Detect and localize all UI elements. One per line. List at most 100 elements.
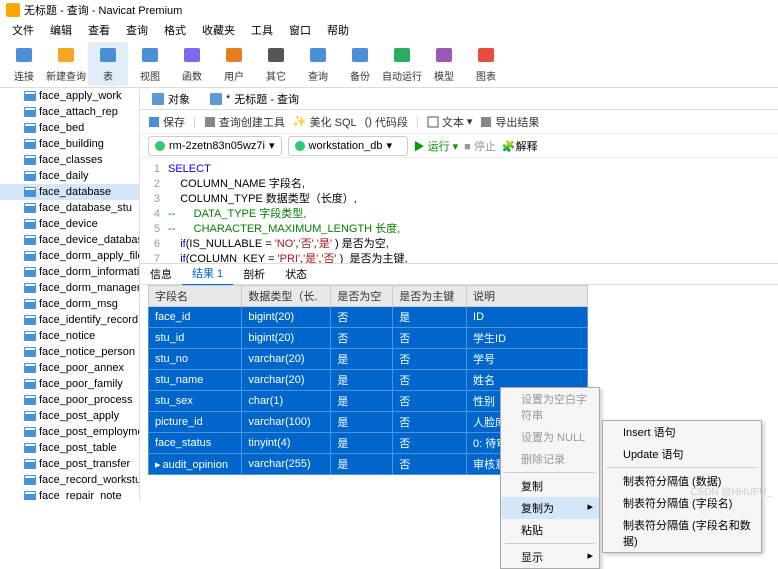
tree-item[interactable]: face_building <box>0 136 139 152</box>
tree-item[interactable]: face_notice_person <box>0 344 139 360</box>
table-icon <box>24 347 36 357</box>
tree-item[interactable]: face_bed <box>0 120 139 136</box>
tree-item[interactable]: face_dorm_apply_file <box>0 248 139 264</box>
col-header[interactable]: 字段名 <box>149 286 242 307</box>
code-segment-button[interactable]: ()代码段 <box>365 114 408 130</box>
tab-objects[interactable]: 对象 <box>146 89 196 109</box>
table-icon <box>24 219 36 229</box>
menu-工具[interactable]: 工具 <box>245 20 279 40</box>
database-select[interactable]: workstation_db▾ <box>288 136 408 156</box>
toolbar-icon <box>181 44 203 66</box>
tree-item[interactable]: face_post_apply <box>0 408 139 424</box>
menu-窗口[interactable]: 窗口 <box>283 20 317 40</box>
table-icon <box>24 491 36 500</box>
tree-item[interactable]: face_apply_work <box>0 88 139 104</box>
query-builder-button[interactable]: 查询创建工具 <box>204 114 285 130</box>
tree-item[interactable]: face_poor_family <box>0 376 139 392</box>
export-button[interactable]: 导出结果 <box>480 114 539 130</box>
menu-item: 删除记录 <box>501 448 599 470</box>
tree-item[interactable]: face_dorm_manager <box>0 280 139 296</box>
object-tree[interactable]: face_apply_workface_attach_repface_bedfa… <box>0 88 140 500</box>
tab-profile[interactable]: 剖析 <box>233 263 275 285</box>
toolbar-视图[interactable]: 视图 <box>130 42 170 86</box>
table-icon <box>24 379 36 389</box>
tree-item[interactable]: face_poor_process <box>0 392 139 408</box>
tree-item[interactable]: face_identify_record <box>0 312 139 328</box>
toolbar-图表[interactable]: 图表 <box>466 42 506 86</box>
menu-文件[interactable]: 文件 <box>6 20 40 40</box>
text-icon <box>427 116 439 128</box>
explain-button[interactable]: 🧩解释 <box>502 138 538 154</box>
menu-item[interactable]: 显示 <box>501 546 599 568</box>
col-header[interactable]: 说明 <box>467 286 588 307</box>
toolbar-函数[interactable]: 函数 <box>172 42 212 86</box>
text-button[interactable]: 文本▾ <box>427 114 473 130</box>
menu-编辑[interactable]: 编辑 <box>44 20 78 40</box>
toolbar-新建查询[interactable]: 新建查询 <box>46 42 86 86</box>
tree-item[interactable]: face_dorm_msg <box>0 296 139 312</box>
table-row[interactable]: stu_idbigint(20)否否学生ID <box>149 328 588 349</box>
table-row[interactable]: face_idbigint(20)否是ID <box>149 307 588 328</box>
toolbar-其它[interactable]: 其它 <box>256 42 296 86</box>
tree-item[interactable]: face_repair_note <box>0 488 139 500</box>
tree-item[interactable]: face_attach_rep <box>0 104 139 120</box>
builder-icon <box>204 116 216 128</box>
menu-item[interactable]: 制表符分隔值 (字段名和数据) <box>603 514 761 552</box>
server-select[interactable]: rm-2zetn83n05wz7i▾ <box>148 136 282 156</box>
menu-item[interactable]: 复制为 <box>501 497 599 519</box>
col-header[interactable]: 是否为空 <box>331 286 393 307</box>
sql-editor[interactable]: 1SELECT2 COLUMN_NAME 字段名,3 COLUMN_TYPE 数… <box>140 158 778 263</box>
context-menu-main[interactable]: 设置为空白字符串设置为 NULL删除记录复制复制为粘贴显示 <box>500 387 600 569</box>
table-row[interactable]: stu_novarchar(20)是否学号 <box>149 349 588 370</box>
toolbar-模型[interactable]: 模型 <box>424 42 464 86</box>
menu-item[interactable]: 粘贴 <box>501 519 599 541</box>
save-button[interactable]: 保存 <box>148 114 185 130</box>
tree-item[interactable]: face_post_transfer <box>0 456 139 472</box>
toolbar-表[interactable]: 表 <box>88 42 128 86</box>
stop-button[interactable]: ■ 停止 <box>464 138 496 154</box>
tree-item[interactable]: face_database_stu <box>0 200 139 216</box>
tree-item[interactable]: face_poor_annex <box>0 360 139 376</box>
db-icon <box>295 141 305 151</box>
tree-item[interactable]: face_daily <box>0 168 139 184</box>
tree-item[interactable]: face_classes <box>0 152 139 168</box>
toolbar-备份[interactable]: 备份 <box>340 42 380 86</box>
table-icon <box>24 251 36 261</box>
col-header[interactable]: 数据类型（长. <box>242 286 331 307</box>
beautify-sql-button[interactable]: ✨美化 SQL <box>293 114 357 130</box>
toolbar-查询[interactable]: 查询 <box>298 42 338 86</box>
tab-status[interactable]: 状态 <box>275 263 317 285</box>
toolbar-icon <box>475 44 497 66</box>
menu-收藏夹[interactable]: 收藏夹 <box>196 20 241 40</box>
tree-item[interactable]: face_device <box>0 216 139 232</box>
menu-查看[interactable]: 查看 <box>82 20 116 40</box>
tree-item[interactable]: face_post_table <box>0 440 139 456</box>
menu-查询[interactable]: 查询 <box>120 20 154 40</box>
menu-item[interactable]: Insert 语句 <box>603 421 761 443</box>
wand-icon: ✨ <box>293 115 307 128</box>
menu-item[interactable]: Update 语句 <box>603 443 761 465</box>
col-header[interactable]: 是否为主键 <box>393 286 467 307</box>
menu-item: 设置为 NULL <box>501 426 599 448</box>
toolbar-自动运行[interactable]: 自动运行 <box>382 42 422 86</box>
tree-item[interactable]: face_record_workstudy <box>0 472 139 488</box>
save-icon <box>148 116 160 128</box>
tree-item[interactable]: face_dorm_informatior <box>0 264 139 280</box>
menu-格式[interactable]: 格式 <box>158 20 192 40</box>
app-icon <box>6 3 20 17</box>
tab-info[interactable]: 信息 <box>140 263 182 285</box>
menu-item[interactable]: 复制 <box>501 475 599 497</box>
run-button[interactable]: ▶ 运行 ▾ <box>414 138 459 154</box>
menu-帮助[interactable]: 帮助 <box>321 20 355 40</box>
tree-item[interactable]: face_notice <box>0 328 139 344</box>
toolbar-icon <box>223 44 245 66</box>
tree-item[interactable]: face_device_database <box>0 232 139 248</box>
tree-item[interactable]: face_database <box>0 184 139 200</box>
toolbar-icon <box>391 44 413 66</box>
table-icon <box>24 139 36 149</box>
toolbar-连接[interactable]: 连接 <box>4 42 44 86</box>
tab-result1[interactable]: 结果 1 <box>182 262 233 286</box>
tab-query[interactable]: *无标题 - 查询 <box>204 89 305 109</box>
toolbar-用户[interactable]: 用户 <box>214 42 254 86</box>
tree-item[interactable]: face_post_employmen <box>0 424 139 440</box>
